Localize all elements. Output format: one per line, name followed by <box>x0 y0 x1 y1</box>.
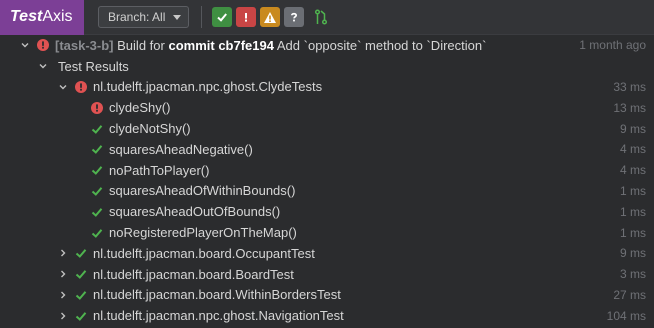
test-time: 1 ms <box>619 204 646 219</box>
fail-filter-button[interactable] <box>236 7 257 27</box>
test-name: noRegisteredPlayerOnTheMap() <box>109 225 297 241</box>
chevron-down-icon[interactable] <box>38 61 48 71</box>
check-icon <box>90 205 104 219</box>
task-tag: [task-3-b] <box>55 37 114 53</box>
suite-name: nl.tudelft.jpacman.board.WithinBordersTe… <box>93 287 341 303</box>
build-row[interactable]: [task-3-b] Build for commit cb7fe194 Add… <box>0 35 654 56</box>
question-icon <box>291 12 298 22</box>
unknown-filter-button[interactable] <box>284 7 305 27</box>
test-name: squaresAheadNegative() <box>109 141 253 157</box>
suite-name: nl.tudelft.jpacman.board.BoardTest <box>93 266 294 282</box>
check-icon <box>74 246 88 260</box>
test-name: clydeNotShy() <box>109 121 191 137</box>
check-icon <box>90 226 104 240</box>
test-time: 4 ms <box>619 142 646 157</box>
test-row[interactable]: clydeNotShy() 9 ms <box>0 118 654 139</box>
suite-time: 104 ms <box>606 308 646 323</box>
suite-time: 33 ms <box>613 79 646 94</box>
check-icon <box>90 163 104 177</box>
chevron-down-icon[interactable] <box>58 82 68 92</box>
suite-name: nl.tudelft.jpacman.npc.ghost.ClydeTests <box>93 79 323 95</box>
commit-word: commit <box>168 37 215 53</box>
build-time: 1 month ago <box>579 38 646 53</box>
fail-status-icon <box>90 101 104 115</box>
test-time: 1 ms <box>619 225 646 240</box>
suite-row[interactable]: nl.tudelft.jpacman.board.WithinBordersTe… <box>0 285 654 306</box>
chevron-right-icon[interactable] <box>58 311 68 321</box>
suite-time: 3 ms <box>619 267 646 282</box>
check-icon <box>74 309 88 323</box>
test-row[interactable]: clydeShy() 13 ms <box>0 97 654 118</box>
suite-time: 9 ms <box>619 246 646 261</box>
test-name: squaresAheadOutOfBounds() <box>109 204 281 220</box>
commit-message: Add `opposite` method to `Direction` <box>276 37 487 53</box>
test-row[interactable]: noRegisteredPlayerOnTheMap() 1 ms <box>0 222 654 243</box>
test-row[interactable]: squaresAheadOutOfBounds() 1 ms <box>0 201 654 222</box>
logo-rest: Axis <box>42 8 73 25</box>
branch-dropdown[interactable]: Branch: All <box>98 6 190 28</box>
suite-row[interactable]: nl.tudelft.jpacman.npc.ghost.NavigationT… <box>0 305 654 326</box>
chevron-right-icon[interactable] <box>58 269 68 279</box>
test-row[interactable]: squaresAheadNegative() 4 ms <box>0 139 654 160</box>
warning-filter-button[interactable] <box>260 7 281 27</box>
test-time: 9 ms <box>619 121 646 136</box>
build-label: [task-3-b] Build for commit cb7fe194 Add… <box>55 38 486 53</box>
fail-status-icon <box>74 80 88 94</box>
test-row[interactable]: squaresAheadOfWithinBounds() 1 ms <box>0 181 654 202</box>
chevron-right-icon[interactable] <box>58 290 68 300</box>
chevron-right-icon[interactable] <box>58 248 68 258</box>
pass-filter-button[interactable] <box>212 7 233 27</box>
toolbar: Test Axis Branch: All <box>0 0 654 35</box>
test-name: noPathToPlayer() <box>109 162 210 178</box>
toolbar-divider <box>201 6 203 28</box>
suite-row[interactable]: nl.tudelft.jpacman.board.BoardTest 3 ms <box>0 264 654 285</box>
build-text: Build for <box>117 37 165 53</box>
caret-down-icon <box>173 14 182 20</box>
merge-branch-icon[interactable] <box>314 9 328 25</box>
check-icon <box>74 288 88 302</box>
test-time: 1 ms <box>619 183 646 198</box>
suite-row[interactable]: nl.tudelft.jpacman.board.OccupantTest 9 … <box>0 243 654 264</box>
test-results-label: Test Results <box>58 58 129 74</box>
test-time: 4 ms <box>619 163 646 178</box>
suite-name: nl.tudelft.jpacman.board.OccupantTest <box>93 245 315 261</box>
test-row[interactable]: noPathToPlayer() 4 ms <box>0 160 654 181</box>
suite-name: nl.tudelft.jpacman.npc.ghost.NavigationT… <box>93 308 344 324</box>
check-icon <box>90 142 104 156</box>
app-logo: Test Axis <box>0 0 84 35</box>
error-icon <box>245 13 248 22</box>
warning-icon <box>264 11 277 23</box>
logo-bold: Test <box>10 8 43 25</box>
test-results-tree: [task-3-b] Build for commit cb7fe194 Add… <box>0 35 654 326</box>
test-name: clydeShy() <box>109 100 171 116</box>
test-results-row[interactable]: Test Results <box>0 56 654 77</box>
fail-status-icon <box>36 38 50 52</box>
check-icon <box>90 122 104 136</box>
check-icon <box>90 184 104 198</box>
check-icon <box>217 13 228 22</box>
test-time: 13 ms <box>613 100 646 115</box>
branch-label: Branch: All <box>108 10 166 24</box>
test-name: squaresAheadOfWithinBounds() <box>109 183 296 199</box>
suite-row[interactable]: nl.tudelft.jpacman.npc.ghost.ClydeTests … <box>0 77 654 98</box>
suite-time: 27 ms <box>613 287 646 302</box>
commit-hash: cb7fe194 <box>218 37 274 53</box>
check-icon <box>74 267 88 281</box>
chevron-down-icon[interactable] <box>20 40 30 50</box>
